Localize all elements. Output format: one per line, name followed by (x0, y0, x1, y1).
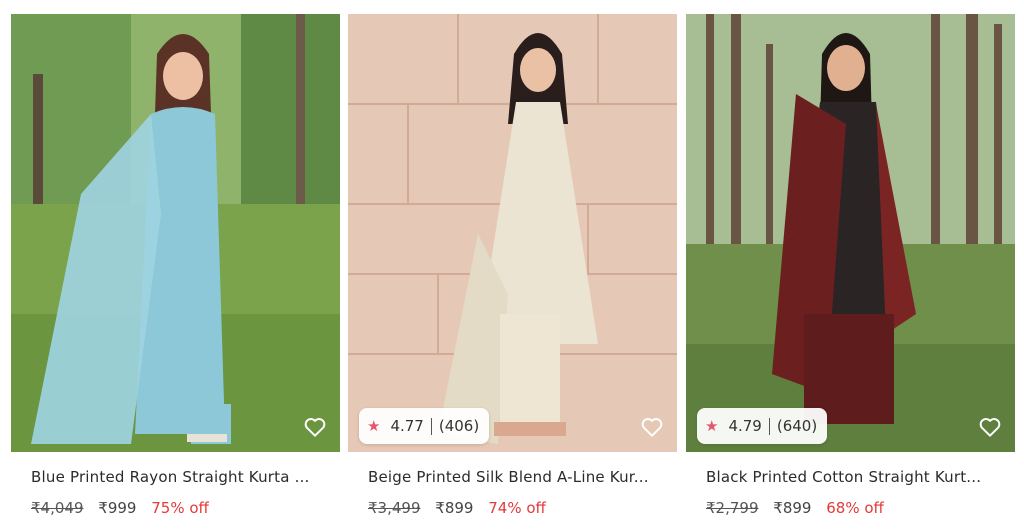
discount-label: 68% off (826, 499, 884, 517)
rating-divider (768, 417, 770, 435)
sale-price: ₹999 (98, 499, 137, 517)
heart-outline-icon[interactable] (639, 414, 665, 440)
rating-divider (430, 417, 432, 435)
original-price: ₹3,499 (368, 499, 421, 517)
original-price: ₹4,049 (31, 499, 84, 517)
sale-price: ₹899 (773, 499, 812, 517)
heart-outline-icon[interactable] (977, 414, 1003, 440)
product-image[interactable] (686, 14, 1015, 452)
product-card[interactable]: ★ 4.79 (640) Black Printed Cotton Straig… (686, 14, 1015, 531)
sale-price: ₹899 (435, 499, 474, 517)
rating-badge: ★ 4.79 (640) (697, 408, 828, 444)
price-row: ₹3,499 ₹899 74% off (368, 499, 546, 517)
review-count: (640) (776, 417, 818, 435)
rating-value: 4.79 (728, 417, 762, 435)
price-row: ₹2,799 ₹899 68% off (706, 499, 884, 517)
product-image[interactable] (348, 14, 677, 452)
product-title[interactable]: Blue Printed Rayon Straight Kurta ... (31, 468, 336, 486)
product-image[interactable] (11, 14, 340, 452)
star-icon: ★ (705, 416, 719, 435)
product-card[interactable]: ★ 4.77 (406) Beige Printed Silk Blend A-… (348, 14, 677, 531)
review-count: (406) (438, 417, 480, 435)
product-card[interactable]: Blue Printed Rayon Straight Kurta ... ₹4… (11, 14, 340, 531)
star-icon: ★ (367, 416, 381, 435)
heart-outline-icon[interactable] (302, 414, 328, 440)
discount-label: 74% off (488, 499, 546, 517)
product-title[interactable]: Beige Printed Silk Blend A-Line Kur... (368, 468, 673, 486)
product-title[interactable]: Black Printed Cotton Straight Kurt... (706, 468, 1011, 486)
rating-value: 4.77 (390, 417, 424, 435)
rating-badge: ★ 4.77 (406) (359, 408, 490, 444)
price-row: ₹4,049 ₹999 75% off (31, 499, 209, 517)
discount-label: 75% off (151, 499, 209, 517)
original-price: ₹2,799 (706, 499, 759, 517)
